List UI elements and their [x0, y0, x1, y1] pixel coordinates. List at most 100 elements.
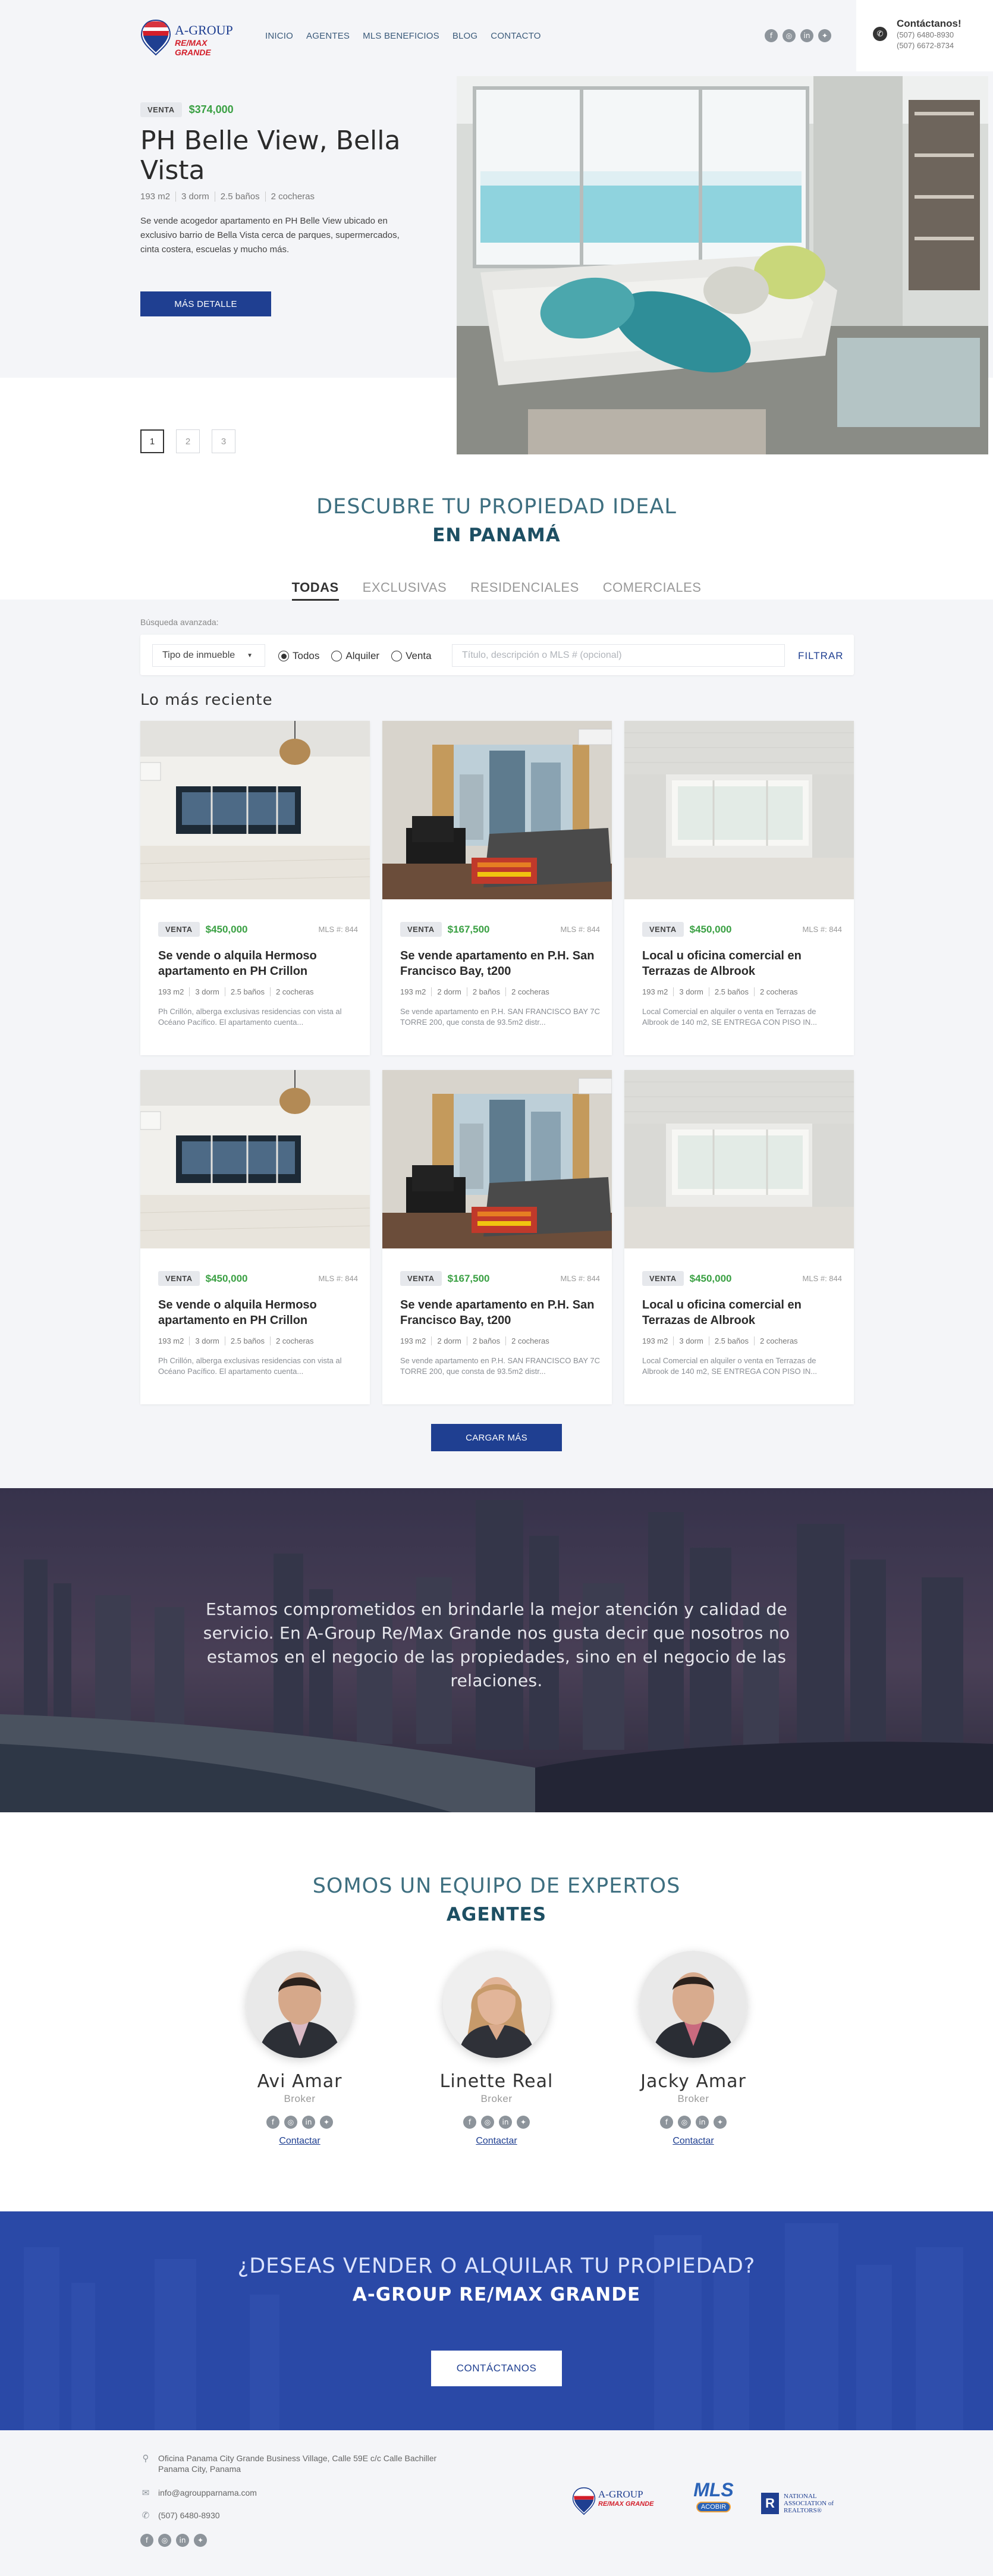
radio-venta[interactable]: Venta [391, 650, 432, 662]
spec-area: 193 m2 [400, 987, 426, 996]
filter-button[interactable]: FILTRAR [798, 650, 844, 662]
instagram-icon[interactable]: ◎ [678, 2116, 691, 2129]
page-2-button[interactable]: 2 [176, 429, 200, 453]
tab-todas[interactable]: TODAS [291, 580, 339, 601]
more-details-button[interactable]: MÁS DETALLE [140, 291, 271, 316]
property-card[interactable]: VENTA $450,000 MLS #: 844 Se vende o alq… [140, 721, 370, 1055]
property-photo[interactable] [382, 1070, 612, 1248]
property-card[interactable]: VENTA $450,000 MLS #: 844 Se vende o alq… [140, 1070, 370, 1404]
mail-icon: ✉ [142, 2487, 150, 2498]
living-room-image [457, 76, 988, 454]
linkedin-icon[interactable]: in [499, 2116, 512, 2129]
twitter-icon[interactable]: ✦ [194, 2534, 207, 2547]
discover-subtitle: DESCUBRE TU PROPIEDAD IDEAL [316, 495, 677, 519]
instagram-icon[interactable]: ◎ [481, 2116, 494, 2129]
property-type-select[interactable]: Tipo de inmueble ▼ [152, 644, 265, 667]
email-link[interactable]: info@agroupparnama.com [158, 2487, 257, 2498]
advanced-search-label: Búsqueda avanzada: [140, 617, 219, 627]
facebook-icon[interactable]: f [660, 2116, 673, 2129]
facebook-icon[interactable]: f [140, 2534, 153, 2547]
nar-logo-text: NATIONAL ASSOCIATION of REALTORS® [784, 2493, 834, 2514]
spec-parking: 2 cocheras [265, 192, 320, 202]
property-photo[interactable] [624, 721, 854, 899]
cta-subtitle: ¿DESEAS VENDER O ALQUILAR TU PROPIEDAD? [237, 2254, 756, 2278]
contact-phone-2[interactable]: (507) 6672-8734 [897, 40, 961, 51]
agent-card-avi: Avi Amar Broker f ◎ in ✦ Contactar [210, 1951, 389, 2147]
radio-todos[interactable]: Todos [278, 650, 319, 662]
search-input[interactable] [452, 644, 785, 667]
twitter-icon[interactable]: ✦ [517, 2116, 530, 2129]
instagram-icon[interactable]: ◎ [783, 29, 796, 42]
agent-social-links: f ◎ in ✦ [210, 2116, 389, 2129]
main-nav: INICIO AGENTES MLS BENEFICIOS BLOG CONTA… [265, 31, 541, 41]
property-card[interactable]: VENTA $450,000 MLS #: 844 Local u oficin… [624, 721, 854, 1055]
facebook-icon[interactable]: f [463, 2116, 476, 2129]
card-title[interactable]: Se vende apartamento en P.H. San Francis… [400, 1297, 600, 1328]
page-1-button[interactable]: 1 [140, 429, 164, 453]
contact-us-button[interactable]: CONTÁCTANOS [431, 2351, 562, 2386]
nav-contacto[interactable]: CONTACTO [491, 31, 541, 41]
nav-inicio[interactable]: INICIO [265, 31, 293, 41]
contact-agent-link[interactable]: Contactar [279, 2136, 320, 2147]
linkedin-icon[interactable]: in [176, 2534, 189, 2547]
twitter-icon[interactable]: ✦ [818, 29, 831, 42]
nav-blog[interactable]: BLOG [452, 31, 477, 41]
avatar[interactable] [640, 1951, 747, 2058]
property-photo[interactable] [140, 1070, 370, 1248]
tab-comerciales[interactable]: COMERCIALES [603, 580, 702, 601]
load-more-button[interactable]: CARGAR MÁS [431, 1424, 562, 1451]
property-card[interactable]: VENTA $450,000 MLS #: 844 Local u oficin… [624, 1070, 854, 1404]
facebook-icon[interactable]: f [765, 29, 778, 42]
listing-type-badge: VENTA [400, 922, 442, 937]
linkedin-icon[interactable]: in [800, 29, 813, 42]
phone-link[interactable]: (507) 6480-8930 [158, 2510, 220, 2521]
agent-social-links: f ◎ in ✦ [407, 2116, 586, 2129]
hero-property-photo[interactable] [457, 76, 988, 454]
agent-portrait-image [246, 1951, 353, 2058]
nav-mls-beneficios[interactable]: MLS BENEFICIOS [363, 31, 439, 41]
property-card[interactable]: VENTA $167,500 MLS #: 844 Se vende apart… [382, 1070, 612, 1404]
card-title[interactable]: Se vende apartamento en P.H. San Francis… [400, 948, 600, 979]
card-title[interactable]: Local u oficina comercial en Terrazas de… [642, 948, 842, 979]
mls-partner-logo[interactable]: MLS ACOBIR [678, 2479, 749, 2521]
twitter-icon[interactable]: ✦ [320, 2116, 333, 2129]
tab-residenciales[interactable]: RESIDENCIALES [470, 580, 579, 601]
property-photo[interactable] [624, 1070, 854, 1248]
property-photo[interactable] [382, 721, 612, 899]
agent-name: Jacky Amar [640, 2071, 746, 2092]
contact-phone-1[interactable]: (507) 6480-8930 [897, 30, 961, 40]
tab-exclusivas[interactable]: EXCLUSIVAS [363, 580, 447, 601]
contact-agent-link[interactable]: Contactar [673, 2136, 714, 2147]
linkedin-icon[interactable]: in [302, 2116, 315, 2129]
team-title: AGENTES [446, 1904, 547, 1925]
team-subtitle: SOMOS UN EQUIPO DE EXPERTOS [312, 1874, 681, 1898]
card-description: Local Comercial en alquiler o venta en T… [642, 1356, 818, 1376]
radio-alquiler[interactable]: Alquiler [331, 650, 379, 662]
nar-partner-logo[interactable]: R NATIONAL ASSOCIATION of REALTORS® [761, 2489, 856, 2518]
avatar[interactable] [246, 1951, 353, 2058]
spec-bathrooms: 2.5 baños [214, 192, 265, 202]
facebook-icon[interactable]: f [266, 2116, 279, 2129]
card-title[interactable]: Se vende o alquila Hermoso apartamento e… [158, 1297, 358, 1328]
instagram-icon[interactable]: ◎ [158, 2534, 171, 2547]
property-card[interactable]: VENTA $167,500 MLS #: 844 Se vende apart… [382, 721, 612, 1055]
page-3-button[interactable]: 3 [212, 429, 235, 453]
contact-agent-link[interactable]: Contactar [476, 2136, 517, 2147]
card-title[interactable]: Local u oficina comercial en Terrazas de… [642, 1297, 842, 1328]
card-meta: VENTA $450,000 MLS #: 844 [642, 922, 842, 937]
spec-bathrooms: 2.5 baños [708, 1336, 754, 1345]
twitter-icon[interactable]: ✦ [714, 2116, 727, 2129]
nav-agentes[interactable]: AGENTES [306, 31, 350, 41]
spec-area: 193 m2 [642, 987, 668, 996]
agent-role: Broker [480, 2093, 513, 2104]
property-type-value: Tipo de inmueble [162, 650, 235, 660]
linkedin-icon[interactable]: in [696, 2116, 709, 2129]
agent-card-linette: Linette Real Broker f ◎ in ✦ Contactar [407, 1951, 586, 2147]
avatar[interactable] [443, 1951, 550, 2058]
agroup-partner-logo[interactable]: A-GROUP RE/MAX GRANDE [572, 2486, 661, 2519]
site-logo[interactable]: A-GROUP RE/MAX GRANDE [140, 19, 241, 57]
card-title[interactable]: Se vende o alquila Hermoso apartamento e… [158, 948, 358, 979]
instagram-icon[interactable]: ◎ [284, 2116, 297, 2129]
property-photo[interactable] [140, 721, 370, 899]
empty-office-image [624, 1070, 854, 1248]
